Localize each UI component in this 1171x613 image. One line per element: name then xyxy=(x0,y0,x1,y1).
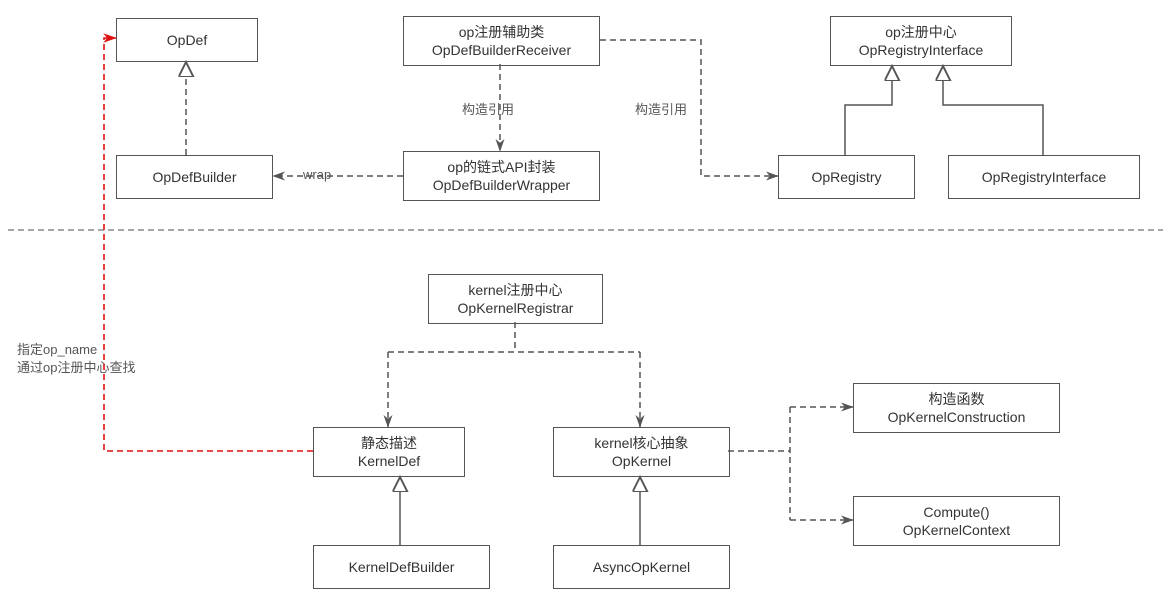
node-opkernel-l2: OpKernel xyxy=(612,452,671,470)
node-opkernel: kernel核心抽象 OpKernel xyxy=(553,427,730,477)
node-registrycenter: op注册中心 OpRegistryInterface xyxy=(830,16,1012,66)
node-wrapper-l2: OpDefBuilderWrapper xyxy=(433,176,570,194)
node-opregistryif-text: OpRegistryInterface xyxy=(982,168,1107,186)
node-kreg-l2: OpKernelRegistrar xyxy=(458,299,574,317)
label-gref1: 构造引用 xyxy=(462,99,514,118)
node-asynck-text: AsyncOpKernel xyxy=(593,558,690,576)
node-registrycenter-l1: op注册中心 xyxy=(885,23,957,41)
node-kdef-l1: 静态描述 xyxy=(361,434,417,452)
label-gref2: 构造引用 xyxy=(635,99,687,118)
node-kdef: 静态描述 KernelDef xyxy=(313,427,465,477)
node-receiver-l1: op注册辅助类 xyxy=(459,23,545,41)
node-kdef-l2: KernelDef xyxy=(358,452,420,470)
node-wrapper-l1: op的链式API封装 xyxy=(447,158,555,176)
node-cons: 构造函数 OpKernelConstruction xyxy=(853,383,1060,433)
node-opdef-text: OpDef xyxy=(167,31,207,49)
edge-receiver-to-opregistry xyxy=(600,40,778,176)
node-cons-l2: OpKernelConstruction xyxy=(888,408,1026,426)
node-kdefb-text: KernelDefBuilder xyxy=(349,558,455,576)
node-registrycenter-l2: OpRegistryInterface xyxy=(859,41,984,59)
node-receiver: op注册辅助类 OpDefBuilderReceiver xyxy=(403,16,600,66)
node-ctx: Compute() OpKernelContext xyxy=(853,496,1060,546)
node-kreg-l1: kernel注册中心 xyxy=(468,281,562,299)
edge-kdef-to-opdef xyxy=(104,38,313,451)
note-opname-l1: 指定op_name xyxy=(17,341,135,359)
node-opregistry: OpRegistry xyxy=(778,155,915,199)
node-opregistry-text: OpRegistry xyxy=(811,168,881,186)
note-opname: 指定op_name 通过op注册中心查找 xyxy=(17,341,135,376)
node-opdefbuilder: OpDefBuilder xyxy=(116,155,273,199)
edge-opregistry-to-center xyxy=(845,66,892,155)
node-opdefbuilder-text: OpDefBuilder xyxy=(152,168,236,186)
node-ctx-l1: Compute() xyxy=(923,503,989,521)
edge-opregistryif-to-center xyxy=(943,66,1043,155)
label-wrap: wrap xyxy=(303,167,331,182)
node-asynck: AsyncOpKernel xyxy=(553,545,730,589)
note-opname-l2: 通过op注册中心查找 xyxy=(17,359,135,377)
node-opkernel-l1: kernel核心抽象 xyxy=(594,434,688,452)
node-wrapper: op的链式API封装 OpDefBuilderWrapper xyxy=(403,151,600,201)
node-ctx-l2: OpKernelContext xyxy=(903,521,1010,539)
node-opregistryif: OpRegistryInterface xyxy=(948,155,1140,199)
node-cons-l1: 构造函数 xyxy=(929,390,985,408)
node-kreg: kernel注册中心 OpKernelRegistrar xyxy=(428,274,603,324)
node-opdef: OpDef xyxy=(116,18,258,62)
diagram-canvas: OpDef OpDefBuilder op注册辅助类 OpDefBuilderR… xyxy=(0,0,1171,613)
node-kdefb: KernelDefBuilder xyxy=(313,545,490,589)
node-receiver-l2: OpDefBuilderReceiver xyxy=(432,41,571,59)
